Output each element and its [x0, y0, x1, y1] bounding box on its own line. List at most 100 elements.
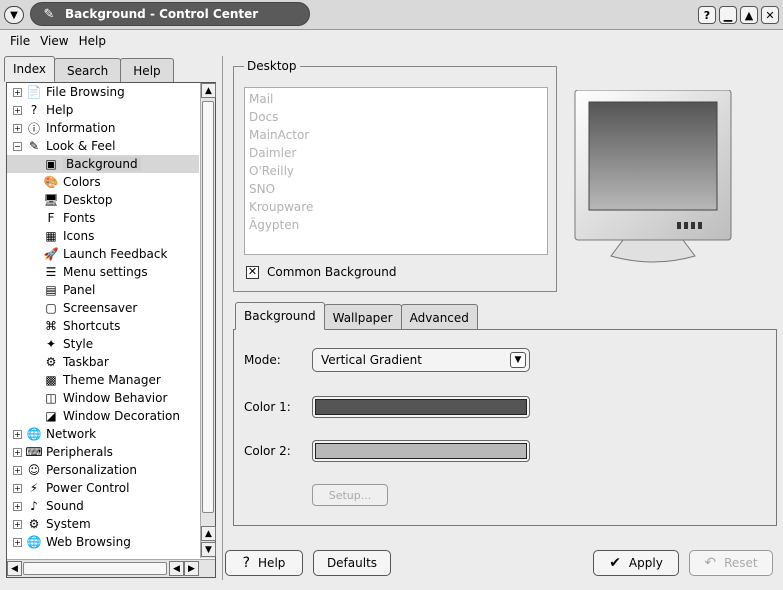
tree-item[interactable]: − ✎ Look & Feel	[7, 137, 199, 155]
scrollbar-thumb[interactable]	[23, 562, 167, 575]
scrollbar-thumb[interactable]	[202, 101, 214, 513]
scroll-left-icon[interactable]: ◀	[7, 561, 22, 576]
tree-item-label: Screensaver	[63, 301, 138, 315]
tree-item[interactable]: + ⚙ System	[7, 515, 199, 533]
tree-item-label: Power Control	[46, 481, 130, 495]
color2-label: Color 2:	[244, 444, 291, 458]
color1-row: Color 1:	[244, 396, 530, 418]
close-icon[interactable]: ✕	[761, 6, 779, 24]
module-tree: + 📄 File Browsing +? Help + ⓘ Information − ✎ Look…	[6, 82, 216, 578]
power-control-icon: ⚡	[29, 481, 39, 495]
expand-icon[interactable]: +	[13, 447, 22, 457]
expand-icon[interactable]: +	[13, 465, 22, 475]
color1-swatch	[315, 399, 527, 415]
checkbox-checked-icon[interactable]: ✕	[246, 265, 259, 279]
scroll-left-icon[interactable]: ◀	[169, 561, 184, 576]
navigation-tabs: Index Search Help	[4, 56, 174, 82]
shortcuts-icon: ⌘	[45, 319, 57, 333]
mode-select[interactable]: Vertical Gradient ▼	[312, 348, 530, 372]
expand-icon[interactable]: +	[13, 501, 22, 511]
tab-search[interactable]: Search	[54, 58, 122, 82]
color1-button[interactable]	[312, 396, 530, 418]
tree-item[interactable]: ▢ Screensaver	[7, 299, 199, 317]
tab-background[interactable]: Background	[235, 302, 325, 330]
reset-button-label: Reset	[724, 556, 758, 570]
colors-icon: 🎨	[43, 175, 59, 189]
expand-icon[interactable]: +	[13, 537, 22, 547]
collapse-icon[interactable]: −	[13, 141, 22, 151]
minimize-icon[interactable]: ▁	[719, 6, 737, 24]
menu-file[interactable]: File	[10, 34, 30, 48]
window-decoration-icon: ◪	[45, 409, 57, 423]
expand-icon[interactable]: +	[13, 105, 22, 115]
tree-item-label: Window Decoration	[63, 409, 180, 423]
expand-icon[interactable]: +	[13, 429, 22, 439]
tree-item[interactable]: ▦ Icons	[7, 227, 199, 245]
module-content: Desktop Mail Docs MainActor Daimler O'Reilly…	[222, 56, 780, 580]
mode-value: Vertical Gradient	[321, 353, 422, 367]
tree-item[interactable]: ◫ Window Behavior	[7, 389, 199, 407]
help-button[interactable]: ? Help	[225, 550, 303, 576]
expand-icon[interactable]: +	[13, 87, 22, 97]
defaults-button[interactable]: Defaults	[313, 550, 391, 576]
tree-item-label: Taskbar	[63, 355, 109, 369]
tree-item[interactable]: ⌘ Shortcuts	[7, 317, 199, 335]
tree-item[interactable]: +? Help	[7, 101, 199, 119]
maximize-icon[interactable]: ▲	[740, 6, 758, 24]
vertical-scrollbar[interactable]: ▲ ▲ ▼	[200, 83, 216, 558]
tree-item[interactable]: ☰ Menu settings	[7, 263, 199, 281]
apply-button[interactable]: ✔ Apply	[593, 550, 679, 576]
tree-item[interactable]: 🚀 Launch Feedback	[7, 245, 199, 263]
scroll-up-icon[interactable]: ▲	[201, 526, 216, 541]
tab-wallpaper[interactable]: Wallpaper	[323, 304, 402, 330]
menu-help[interactable]: Help	[79, 34, 106, 48]
horizontal-scrollbar[interactable]: ◀ ◀ ▶	[7, 559, 215, 577]
tree-item[interactable]: F Fonts	[7, 209, 199, 227]
setup-button[interactable]: Setup...	[312, 484, 388, 506]
window-menu-button[interactable]: ▼	[4, 6, 24, 24]
tree-item[interactable]: 🖥 Desktop	[7, 191, 199, 209]
tree-item[interactable]: + 🌐 Web Browsing	[7, 533, 199, 551]
expand-icon[interactable]: +	[13, 123, 22, 133]
tree-item[interactable]: + 📄 File Browsing	[7, 83, 199, 101]
tree-item[interactable]: ▩ Theme Manager	[7, 371, 199, 389]
list-item: Docs	[249, 110, 279, 124]
tree-list: + 📄 File Browsing +? Help + ⓘ Information − ✎ Look…	[7, 83, 199, 558]
tree-item[interactable]: ⚙ Taskbar	[7, 353, 199, 371]
launch-feedback-icon: 🚀	[43, 247, 59, 261]
tab-advanced[interactable]: Advanced	[400, 304, 478, 330]
tree-item[interactable]: ◪ Window Decoration	[7, 407, 199, 425]
tree-item[interactable]: + ⚡ Power Control	[7, 479, 199, 497]
panel-icon: ▤	[45, 283, 57, 297]
theme-manager-icon: ▩	[45, 373, 57, 387]
help-icon[interactable]: ?	[698, 6, 716, 24]
scroll-up-icon[interactable]: ▲	[201, 83, 216, 98]
tree-item[interactable]: ✦ Style	[7, 335, 199, 353]
tree-item[interactable]: ▣ Background	[7, 155, 199, 173]
tree-item[interactable]: + ⓘ Information	[7, 119, 199, 137]
tree-item-label: Fonts	[63, 211, 96, 225]
apply-button-label: Apply	[628, 556, 663, 570]
tree-item[interactable]: + ☺ Personalization	[7, 461, 199, 479]
expand-icon[interactable]: +	[13, 483, 22, 493]
scroll-down-icon[interactable]: ▼	[201, 542, 216, 557]
defaults-button-label: Defaults	[326, 556, 378, 570]
tab-index[interactable]: Index	[4, 56, 56, 82]
window-title-pill[interactable]: ✎ Background - Control Center	[30, 2, 310, 26]
tree-item[interactable]: + ⌨ Peripherals	[7, 443, 199, 461]
tree-item[interactable]: + ♪ Sound	[7, 497, 199, 515]
tree-item[interactable]: ▤ Panel	[7, 281, 199, 299]
desktop-list: Mail Docs MainActor Daimler O'Reilly SNO Kroup…	[244, 87, 548, 255]
expand-icon[interactable]: +	[13, 519, 22, 529]
tab-help[interactable]: Help	[120, 58, 174, 82]
reset-button[interactable]: ↶ Reset	[689, 550, 773, 576]
menu-view[interactable]: View	[40, 34, 68, 48]
tree-item[interactable]: 🎨 Colors	[7, 173, 199, 191]
scroll-right-icon[interactable]: ▶	[184, 561, 199, 576]
personalization-icon: ☺	[27, 463, 41, 477]
sound-icon: ♪	[30, 499, 38, 513]
tree-item[interactable]: + 🌐 Network	[7, 425, 199, 443]
color2-button[interactable]	[312, 440, 530, 462]
common-background-checkbox[interactable]: ✕ Common Background	[246, 265, 396, 279]
fonts-icon: F	[47, 211, 55, 225]
